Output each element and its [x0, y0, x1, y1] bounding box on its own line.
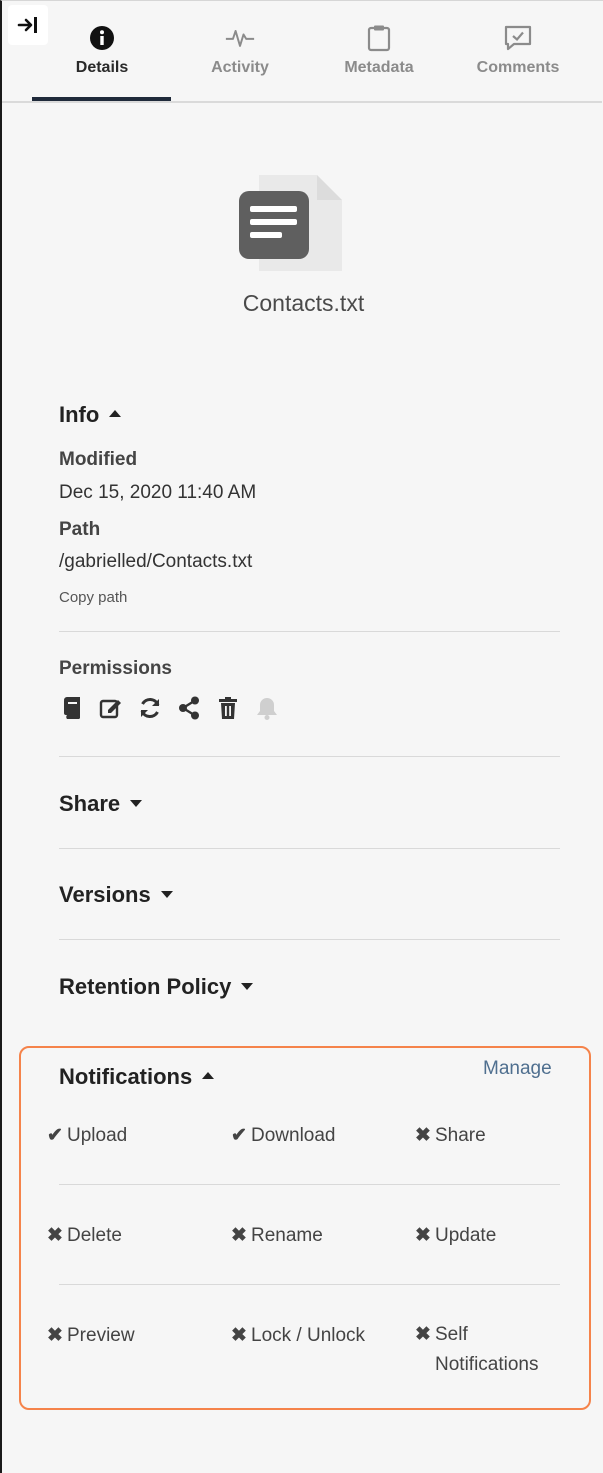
- notif-preview[interactable]: ✖ Preview: [47, 1324, 135, 1347]
- caret-down-icon: [160, 890, 173, 898]
- details-panel: Details Activity Metadata Comments Conta…: [0, 0, 603, 1473]
- manage-notifications-link[interactable]: Manage: [483, 1058, 552, 1080]
- tab-metadata-label: Metadata: [344, 59, 414, 76]
- notif-share[interactable]: ✖ Share: [415, 1124, 486, 1147]
- share-section-toggle[interactable]: Share: [59, 791, 143, 817]
- file-name: Contacts.txt: [242, 290, 365, 316]
- info-icon: [87, 23, 117, 53]
- check-icon: ✔: [231, 1125, 247, 1146]
- path-value: /gabrielled/Contacts.txt: [59, 551, 253, 572]
- tab-bar: Details Activity Metadata Comments: [2, 1, 602, 103]
- divider: [59, 1184, 560, 1185]
- path-label: Path: [59, 519, 101, 540]
- notif-share-label: Share: [435, 1125, 486, 1146]
- caret-up-icon: [109, 409, 122, 417]
- notif-rename[interactable]: ✖ Rename: [231, 1224, 323, 1247]
- notif-lock-unlock[interactable]: ✖ Lock / Unlock: [231, 1324, 365, 1347]
- notif-delete-label: Delete: [67, 1225, 122, 1246]
- comment-check-icon: [503, 23, 533, 53]
- notif-download[interactable]: ✔ Download: [231, 1124, 336, 1147]
- permissions-label: Permissions: [59, 658, 172, 679]
- notif-download-label: Download: [251, 1125, 336, 1146]
- active-tab-indicator: [32, 97, 171, 101]
- check-icon: ✔: [47, 1125, 63, 1146]
- share-section-title: Share: [59, 791, 121, 816]
- notif-self-label: Self: [435, 1324, 468, 1345]
- caret-up-icon: [202, 1071, 215, 1079]
- tab-details[interactable]: Details: [32, 1, 172, 101]
- retention-section-toggle[interactable]: Retention Policy: [59, 974, 254, 1000]
- notif-self-notifications[interactable]: ✖ Self Notifications: [415, 1320, 539, 1380]
- caret-down-icon: [130, 799, 143, 807]
- divider: [59, 848, 560, 849]
- notif-lock-unlock-label: Lock / Unlock: [251, 1325, 366, 1346]
- book-icon: [59, 695, 85, 721]
- tab-activity[interactable]: Activity: [170, 1, 310, 101]
- x-icon: ✖: [231, 1225, 247, 1246]
- versions-section-toggle[interactable]: Versions: [59, 882, 173, 908]
- notif-update[interactable]: ✖ Update: [415, 1224, 496, 1247]
- x-icon: ✖: [231, 1325, 247, 1346]
- notif-delete[interactable]: ✖ Delete: [47, 1224, 122, 1247]
- text-file-icon: [237, 171, 343, 273]
- divider: [59, 631, 560, 632]
- info-section-title: Info: [59, 402, 100, 427]
- edit-icon: [98, 695, 124, 721]
- divider: [59, 939, 560, 940]
- tab-metadata[interactable]: Metadata: [309, 1, 449, 101]
- retention-section-title: Retention Policy: [59, 974, 232, 999]
- share-icon: [176, 695, 202, 721]
- notifications-section-toggle[interactable]: Notifications: [59, 1064, 215, 1090]
- tab-comments[interactable]: Comments: [448, 1, 588, 101]
- notif-upload-label: Upload: [67, 1125, 128, 1146]
- modified-value: Dec 15, 2020 11:40 AM: [59, 482, 257, 503]
- x-icon: ✖: [415, 1225, 431, 1246]
- tab-comments-label: Comments: [476, 59, 560, 76]
- trash-icon: [215, 695, 241, 721]
- clipboard-icon: [364, 23, 394, 53]
- copy-path-link[interactable]: Copy path: [59, 589, 127, 606]
- tab-details-label: Details: [75, 59, 129, 76]
- notif-preview-label: Preview: [67, 1325, 135, 1346]
- x-icon: ✖: [47, 1225, 63, 1246]
- notif-self-label-line2: Notifications: [435, 1354, 539, 1375]
- tab-activity-label: Activity: [211, 59, 269, 76]
- activity-icon: [225, 23, 255, 53]
- notifications-section-title: Notifications: [59, 1064, 193, 1089]
- divider: [59, 1284, 560, 1285]
- bell-icon: [254, 695, 280, 721]
- x-icon: ✖: [415, 1125, 431, 1146]
- sync-icon: [137, 695, 163, 721]
- caret-down-icon: [241, 982, 254, 990]
- notif-upload[interactable]: ✔ Upload: [47, 1124, 127, 1147]
- divider: [59, 756, 560, 757]
- versions-section-title: Versions: [59, 882, 151, 907]
- permissions-icons: [59, 695, 280, 721]
- notif-update-label: Update: [435, 1225, 497, 1246]
- x-icon: ✖: [415, 1324, 431, 1345]
- notif-rename-label: Rename: [251, 1225, 323, 1246]
- info-section-toggle[interactable]: Info: [59, 402, 122, 428]
- modified-label: Modified: [59, 449, 138, 470]
- x-icon: ✖: [47, 1325, 63, 1346]
